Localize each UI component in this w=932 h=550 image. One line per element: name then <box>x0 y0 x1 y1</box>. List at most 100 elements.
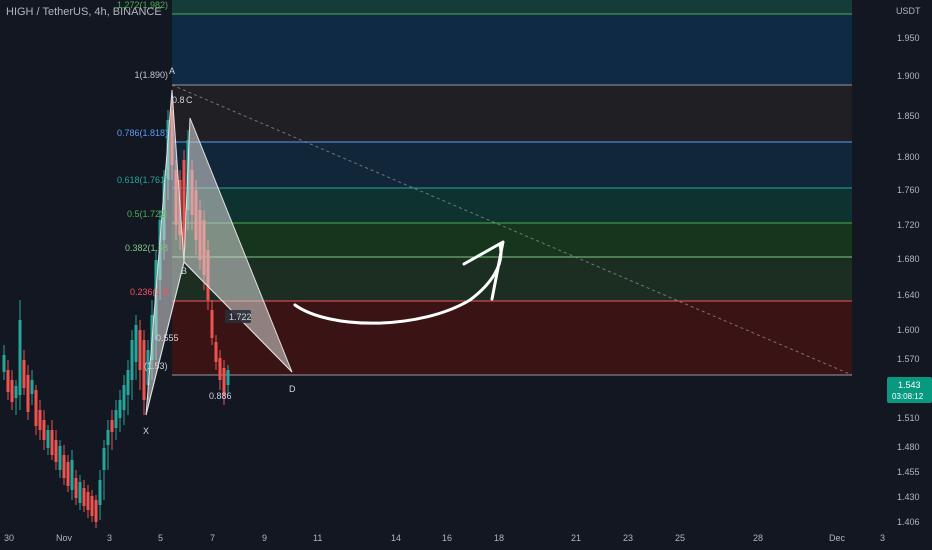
fib-label: 0.382(1.68 <box>125 243 168 253</box>
time-tick-label: 5 <box>158 533 163 543</box>
fib-labels: 1.272(1.982) 1(1.890) 0.786(1.818) 0.618… <box>117 0 168 297</box>
candle-body <box>54 440 58 462</box>
candle-body <box>42 420 46 440</box>
candle-body <box>38 410 42 430</box>
chart-canvas[interactable]: 1.272(1.982) 1(1.890) 0.786(1.818) 0.618… <box>0 0 932 550</box>
price-axis[interactable]: USDT 1.950 1.900 1.850 1.800 1.760 1.720 1.680… <box>880 0 932 530</box>
fib-band-0786 <box>172 85 852 142</box>
time-tick-label: 28 <box>753 533 763 543</box>
candle-body <box>90 496 94 516</box>
price-tick-label: 1.720 <box>897 220 920 230</box>
fib-band-1272 <box>172 0 852 14</box>
ratio-label: 1.722 <box>229 312 252 322</box>
point-label-a: A <box>169 66 175 76</box>
price-tick-label: 1.950 <box>897 33 920 43</box>
candle-body <box>138 330 142 370</box>
candle-body <box>214 342 218 362</box>
time-tick-label: 16 <box>442 533 452 543</box>
price-tick-label: 1.510 <box>897 413 920 423</box>
point-label-x: X <box>143 426 149 436</box>
price-tick-label: 1.455 <box>897 467 920 477</box>
fib-label: 1(1.890) <box>134 70 168 80</box>
candle-body <box>14 386 18 398</box>
time-tick-label: 9 <box>262 533 267 543</box>
price-tick-label: 1.900 <box>897 71 920 81</box>
candle-body <box>50 430 54 455</box>
candle-body <box>82 488 86 506</box>
candle-body <box>210 310 214 338</box>
candle-body <box>134 325 138 362</box>
ratio-label: 0.8 <box>172 95 185 105</box>
time-tick-label: 23 <box>623 533 633 543</box>
chart-stage[interactable]: 1.272(1.982) 1(1.890) 0.786(1.818) 0.618… <box>0 0 932 550</box>
candle-body <box>126 370 130 395</box>
fib-label: 0.786(1.818) <box>117 128 168 138</box>
candle-body <box>10 380 14 402</box>
candle-body <box>66 462 70 486</box>
time-tick-label: 3 <box>107 533 112 543</box>
candle-body <box>30 380 34 394</box>
candle-body <box>218 358 222 380</box>
point-label-d: D <box>289 384 296 394</box>
time-tick-label: 14 <box>391 533 401 543</box>
ratio-label: 0.555 <box>156 333 179 343</box>
candle-body <box>34 390 38 426</box>
candle-body <box>18 320 22 395</box>
time-axis[interactable]: 30 Nov 3 5 7 9 11 14 16 18 21 23 25 28 Dec 3 <box>0 530 932 550</box>
time-axis-bg <box>0 530 932 550</box>
candle-body <box>78 482 82 503</box>
candle-body <box>70 460 74 490</box>
time-tick-label: 21 <box>571 533 581 543</box>
price-tick-label: 1.680 <box>897 254 920 264</box>
point-label-b: B <box>181 266 187 276</box>
candle-body <box>114 410 118 428</box>
candle-body <box>106 430 110 445</box>
price-tick-label: 1.570 <box>897 354 920 364</box>
price-tick-label: 1.480 <box>897 442 920 452</box>
candle-body <box>58 446 62 470</box>
price-tick-label: 1.850 <box>897 111 920 121</box>
candle-body <box>130 340 134 380</box>
time-tick-label: 7 <box>210 533 215 543</box>
candle-body <box>102 448 106 470</box>
time-tick-label: 18 <box>494 533 504 543</box>
last-price-value: 1.543 <box>898 380 921 390</box>
ratio-label: (1.53) <box>144 361 168 371</box>
candle-body <box>22 360 26 388</box>
time-tick-label: Nov <box>56 533 73 543</box>
candle-body <box>110 420 114 432</box>
fib-band-1 <box>172 14 852 85</box>
candle-body <box>26 375 30 412</box>
fib-band-0618 <box>172 142 852 188</box>
price-axis-currency: USDT <box>896 6 921 16</box>
fib-band-05 <box>172 188 852 223</box>
price-tick-label: 1.406 <box>897 517 920 527</box>
fib-band-0382 <box>172 223 852 257</box>
price-tick-label: 1.600 <box>897 325 920 335</box>
time-tick-label: 11 <box>313 533 322 543</box>
candle-body <box>122 385 126 410</box>
candle-body <box>226 370 230 385</box>
fib-label: 0.618(1.761) <box>117 175 168 185</box>
price-tick-label: 1.800 <box>897 152 920 162</box>
symbol-title: HIGH / TetherUS, 4h, BINANCE <box>6 6 162 18</box>
time-tick-label: 25 <box>675 533 685 543</box>
time-tick-label: 30 <box>4 533 14 543</box>
fib-label: 0.5(1.722) <box>127 209 168 219</box>
candle-body <box>118 400 122 418</box>
fib-label: 0.236(1.6 <box>130 287 168 297</box>
point-label-c: C <box>186 95 193 105</box>
candle-body <box>62 455 66 478</box>
candle-body <box>86 492 90 510</box>
price-tick-label: 1.640 <box>897 290 920 300</box>
candle-body <box>98 480 102 505</box>
price-tick-label: 1.760 <box>897 185 920 195</box>
fib-band-0236 <box>172 257 852 301</box>
candle-body <box>94 500 98 522</box>
countdown-value: 03:08:12 <box>892 392 924 401</box>
candle-body <box>74 478 78 498</box>
ratio-label: 0.886 <box>209 391 232 401</box>
time-tick-label: 3 <box>880 533 885 543</box>
candle-body <box>46 430 50 448</box>
candle-body <box>6 370 10 392</box>
